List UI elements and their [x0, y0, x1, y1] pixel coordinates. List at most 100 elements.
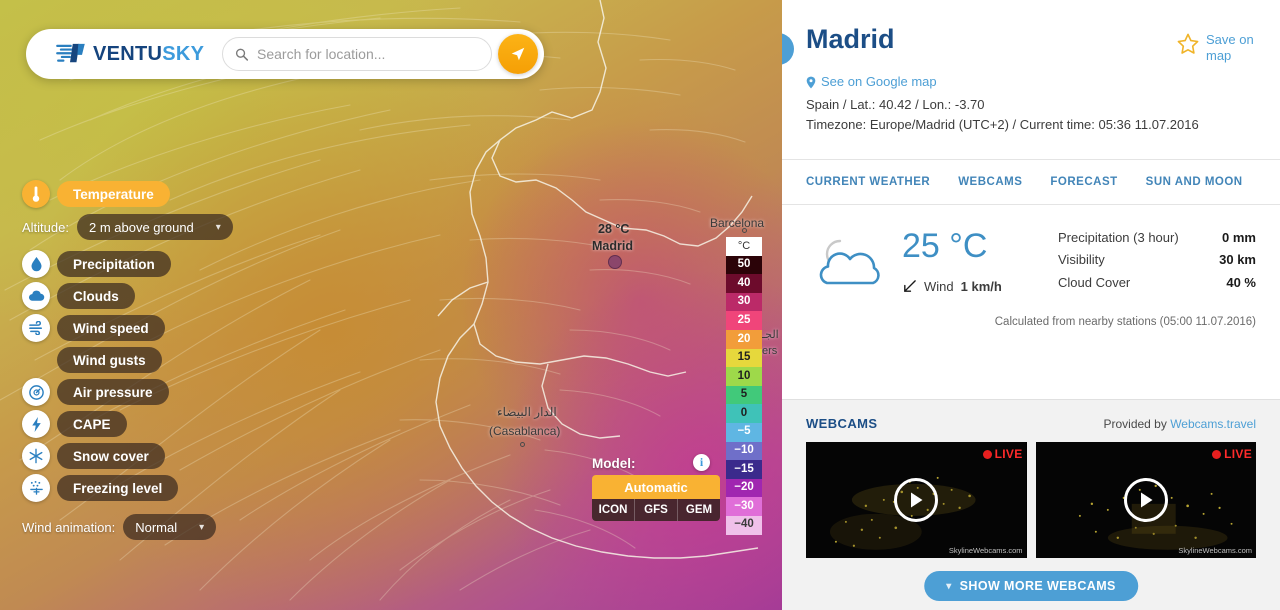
webcams-title: WEBCAMS [806, 416, 878, 431]
stat-row: Visibility 30 km [1058, 249, 1256, 271]
legend-stop-3: 25 [726, 311, 762, 330]
layer-clouds-button[interactable]: Clouds [57, 283, 135, 309]
lightning-icon [22, 410, 50, 438]
layer-controls: Temperature Altitude: 2 m above ground ▾… [22, 180, 282, 550]
madrid-marker[interactable] [608, 255, 622, 269]
tab-forecast[interactable]: FORECAST [1050, 176, 1117, 188]
layer-row-wind-gusts[interactable]: Wind gusts [22, 346, 282, 374]
stat-value: 40 % [1226, 274, 1256, 290]
geo-info: See on Google map Spain / Lat.: 40.42 / … [806, 72, 1256, 135]
legend-stop-11: −15 [726, 460, 762, 479]
ventusky-logo[interactable]: VENTUSKY [54, 42, 204, 66]
stat-row: Cloud Cover 40 % [1058, 272, 1256, 294]
show-more-label: SHOW MORE WEBCAMS [959, 579, 1116, 593]
layer-row-snow-cover[interactable]: Snow cover [22, 442, 282, 470]
altitude-value: 2 m above ground [88, 219, 194, 235]
play-icon [911, 492, 923, 508]
webcams-provider: Provided by Webcams.travel [1103, 417, 1256, 431]
map-label-temp: 28 °C [598, 222, 630, 236]
map-label-casablanca-ar: الدار البيضاء [497, 405, 557, 419]
model-option-gfs[interactable]: GFS [635, 499, 678, 521]
gauge-icon [22, 378, 50, 406]
cloud-icon [22, 282, 50, 310]
chevron-down-icon: ▾ [215, 221, 221, 233]
layer-snow-cover-button[interactable]: Snow cover [57, 443, 165, 469]
google-map-link-text: See on Google map [821, 74, 937, 89]
layer-row-precipitation[interactable]: Precipitation [22, 250, 282, 278]
save-on-map-button[interactable]: Save on map [1176, 32, 1260, 65]
legend-stop-12: −20 [726, 478, 762, 498]
legend-stop-5: 15 [726, 348, 762, 368]
ventusky-logo-icon [56, 43, 85, 63]
casablanca-marker [520, 442, 525, 447]
timeline-bar: Play Previous Today, 2016/07/11 ▾ Change… [0, 530, 782, 610]
altitude-select[interactable]: 2 m above ground ▾ [76, 214, 233, 240]
stat-row: Precipitation (3 hour) 0 mm [1058, 227, 1256, 249]
model-option-gem[interactable]: GEM [678, 499, 720, 521]
tab-current-weather[interactable]: CURRENT WEATHER [806, 176, 930, 188]
panel-tabs: CURRENT WEATHER WEBCAMS FORECAST SUN AND… [782, 158, 1280, 205]
layer-air-pressure-button[interactable]: Air pressure [57, 379, 169, 405]
legend-stop-7: 5 [726, 385, 762, 405]
webcam-thumbnail[interactable]: LIVE SkylineWebcams.com [806, 442, 1027, 558]
locate-me-button[interactable] [498, 34, 538, 74]
show-more-webcams-button[interactable]: ▾ SHOW MORE WEBCAMS [924, 571, 1138, 601]
webcams-header: WEBCAMS Provided by Webcams.travel [806, 416, 1256, 431]
legend-unit: °C [726, 237, 762, 256]
stat-name: Visibility [1058, 252, 1105, 268]
model-options: ICON GFS GEM [592, 499, 720, 521]
thermometer-icon [22, 180, 50, 208]
star-icon [1177, 33, 1199, 54]
map-label-partial-arabic: الجـ [762, 329, 779, 341]
legend-stop-10: −10 [726, 441, 762, 461]
layer-freezing-level-button[interactable]: Freezing level [57, 475, 179, 501]
layer-cape-button[interactable]: CAPE [57, 411, 127, 437]
logo-text: VENTUSKY [93, 42, 205, 65]
webcam-thumbnails: LIVE SkylineWebcams.com LIVE SkylineWebc… [806, 442, 1256, 558]
weather-map[interactable]: 28 °C Madrid Barcelona الدار البيضاء (Ca… [0, 0, 782, 610]
live-badge: LIVE [982, 447, 1023, 461]
legend-stop-8: 0 [726, 404, 762, 423]
wind-icon [22, 314, 50, 342]
play-button[interactable] [1123, 478, 1168, 522]
map-label-barcelona: Barcelona [710, 216, 765, 230]
legend-stop-9: −5 [726, 422, 762, 442]
temperature-legend: °C 50 40 30 25 20 15 10 5 0 −5 −10 −15 −20 −30 −40 [726, 237, 762, 535]
webcams-section: WEBCAMS Provided by Webcams.travel LIVE … [782, 399, 1280, 610]
webcam-watermark: SkylineWebcams.com [1178, 546, 1252, 555]
layer-row-cape[interactable]: CAPE [22, 410, 282, 438]
wind-prefix: Wind [924, 278, 954, 294]
altitude-control: Altitude: 2 m above ground ▾ [22, 214, 282, 240]
layer-row-air-pressure[interactable]: Air pressure [22, 378, 282, 406]
layer-wind-gusts-button[interactable]: Wind gusts [57, 347, 162, 373]
tab-sun-and-moon[interactable]: SUN AND MOON [1146, 176, 1243, 188]
layer-precipitation-button[interactable]: Precipitation [57, 251, 171, 277]
search-box[interactable] [222, 37, 492, 71]
current-weather-section: 25 °C Wind 1 km/h Precipitation (3 hour)… [782, 205, 1280, 298]
model-option-icon[interactable]: ICON [592, 499, 635, 521]
webcams-provider-link[interactable]: Webcams.travel [1170, 417, 1256, 431]
layer-row-freezing-level[interactable]: Freezing level [22, 474, 282, 502]
play-button[interactable] [894, 478, 939, 522]
legend-stop-1: 40 [726, 274, 762, 293]
tab-webcams[interactable]: WEBCAMS [958, 176, 1022, 188]
info-icon[interactable]: i [693, 454, 710, 471]
search-input[interactable] [257, 46, 479, 62]
see-on-google-map-link[interactable]: See on Google map [806, 72, 937, 92]
map-label-partial-latin: ers [762, 345, 778, 357]
layer-row-temperature[interactable]: Temperature [22, 180, 282, 208]
layer-row-wind-speed[interactable]: Wind speed [22, 314, 282, 342]
webcam-thumbnail[interactable]: LIVE SkylineWebcams.com [1035, 442, 1256, 558]
live-label: LIVE [1224, 447, 1252, 461]
current-temperature: 25 °C [902, 226, 988, 265]
layer-temperature-button[interactable]: Temperature [57, 181, 170, 207]
layer-wind-speed-button[interactable]: Wind speed [57, 315, 165, 341]
search-icon [236, 48, 249, 61]
legend-stop-4: 20 [726, 329, 762, 349]
model-automatic-button[interactable]: Automatic [592, 475, 720, 499]
layer-row-clouds[interactable]: Clouds [22, 282, 282, 310]
live-badge: LIVE [1212, 447, 1252, 461]
raindrop-icon [22, 250, 50, 278]
freezing-level-icon [22, 474, 50, 502]
stat-value: 0 mm [1222, 229, 1256, 245]
